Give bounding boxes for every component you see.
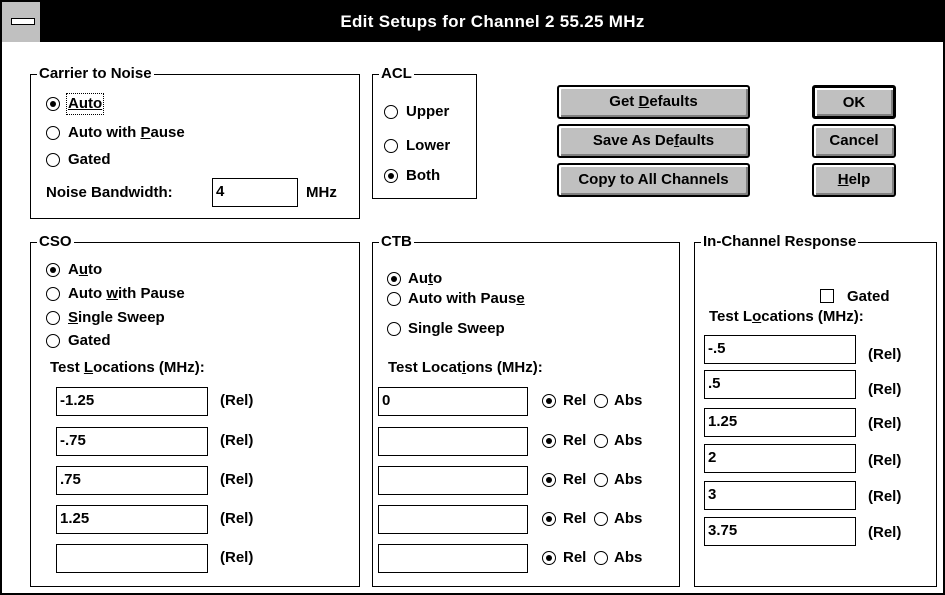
in-channel-response-legend: In-Channel Response <box>701 233 859 251</box>
cso-location-tag-2: (Rel) <box>220 432 254 449</box>
ctb-row1-abs-radio[interactable] <box>594 394 608 408</box>
noise-bandwidth-input[interactable]: 4 <box>212 178 298 207</box>
acl-upper-label[interactable]: Upper <box>406 103 449 121</box>
copy-to-all-channels-button[interactable]: Copy to All Channels <box>557 163 750 197</box>
acl-legend: ACL <box>379 65 414 83</box>
title-bar[interactable]: Edit Setups for Channel 2 55.25 MHz <box>2 2 943 42</box>
cn-auto-pause-radio[interactable] <box>46 126 60 140</box>
icr-location-input-3[interactable]: 1.25 <box>704 408 856 437</box>
cn-auto-label[interactable]: Auto <box>65 93 105 115</box>
ctb-location-input-5[interactable] <box>378 544 528 573</box>
ctb-auto-radio[interactable] <box>387 272 401 286</box>
ctb-row4-abs-label[interactable]: Abs <box>614 510 642 528</box>
cso-location-tag-1: (Rel) <box>220 392 254 409</box>
ctb-row1-rel-radio[interactable] <box>542 394 556 408</box>
cso-location-input-1[interactable]: -1.25 <box>56 387 208 416</box>
ctb-row1-rel-label[interactable]: Rel <box>563 392 586 410</box>
edit-setups-dialog: Edit Setups for Channel 2 55.25 MHz Carr… <box>0 0 945 595</box>
icr-location-input-6[interactable]: 3.75 <box>704 517 856 546</box>
cso-single-sweep-radio[interactable] <box>46 311 60 325</box>
ctb-auto-pause-radio[interactable] <box>387 292 401 306</box>
cso-location-input-4[interactable]: 1.25 <box>56 505 208 534</box>
window-title: Edit Setups for Channel 2 55.25 MHz <box>340 12 645 31</box>
system-menu-button[interactable] <box>2 2 42 42</box>
ctb-row5-abs-radio[interactable] <box>594 551 608 565</box>
ctb-row3-rel-label[interactable]: Rel <box>563 471 586 489</box>
cso-location-tag-3: (Rel) <box>220 471 254 488</box>
acl-upper-radio[interactable] <box>384 105 398 119</box>
ctb-single-sweep-label[interactable]: Single Sweep <box>408 320 505 338</box>
ctb-row2-rel-radio[interactable] <box>542 434 556 448</box>
in-channel-gated-label[interactable]: Gated <box>847 288 890 306</box>
get-defaults-button[interactable]: Get Defaults <box>557 85 750 119</box>
icr-location-tag-3: (Rel) <box>868 415 902 432</box>
cso-gated-label[interactable]: Gated <box>68 332 111 350</box>
ctb-row1-abs-label[interactable]: Abs <box>614 392 642 410</box>
cancel-button[interactable]: Cancel <box>812 124 896 158</box>
acl-lower-label[interactable]: Lower <box>406 137 450 155</box>
ctb-location-input-4[interactable] <box>378 505 528 534</box>
icr-location-tag-5: (Rel) <box>868 488 902 505</box>
icr-location-input-5[interactable]: 3 <box>704 481 856 510</box>
acl-lower-radio[interactable] <box>384 139 398 153</box>
ctb-location-input-2[interactable] <box>378 427 528 456</box>
ctb-legend: CTB <box>379 233 414 251</box>
icr-location-tag-4: (Rel) <box>868 452 902 469</box>
ctb-single-sweep-radio[interactable] <box>387 322 401 336</box>
in-channel-test-locations-label: Test Locations (MHz): <box>709 308 864 325</box>
help-button[interactable]: Help <box>812 163 896 197</box>
icr-location-input-4[interactable]: 2 <box>704 444 856 473</box>
ctb-row3-abs-label[interactable]: Abs <box>614 471 642 489</box>
cn-auto-radio[interactable] <box>46 97 60 111</box>
in-channel-gated-checkbox[interactable] <box>820 289 834 303</box>
ctb-row5-abs-label[interactable]: Abs <box>614 549 642 567</box>
cso-legend: CSO <box>37 233 74 251</box>
noise-bandwidth-label: Noise Bandwidth: <box>46 184 173 201</box>
cn-gated-label[interactable]: Gated <box>68 151 111 169</box>
ctb-location-input-3[interactable] <box>378 466 528 495</box>
ctb-row2-abs-radio[interactable] <box>594 434 608 448</box>
cso-auto-pause-radio[interactable] <box>46 287 60 301</box>
cso-location-tag-5: (Rel) <box>220 549 254 566</box>
ctb-row3-rel-radio[interactable] <box>542 473 556 487</box>
save-as-defaults-button[interactable]: Save As Defaults <box>557 124 750 158</box>
ctb-row2-abs-label[interactable]: Abs <box>614 432 642 450</box>
icr-location-tag-2: (Rel) <box>868 381 902 398</box>
ctb-auto-pause-label[interactable]: Auto with Pause <box>408 290 525 308</box>
ctb-auto-label[interactable]: Auto <box>408 270 442 288</box>
cso-location-input-2[interactable]: -.75 <box>56 427 208 456</box>
cn-auto-pause-label[interactable]: Auto with Pause <box>68 124 185 142</box>
ctb-row2-rel-label[interactable]: Rel <box>563 432 586 450</box>
cso-gated-radio[interactable] <box>46 334 60 348</box>
cso-location-input-3[interactable]: .75 <box>56 466 208 495</box>
cso-auto-radio[interactable] <box>46 263 60 277</box>
cso-auto-pause-label[interactable]: Auto with Pause <box>68 285 185 303</box>
ctb-row4-rel-radio[interactable] <box>542 512 556 526</box>
ctb-row3-abs-radio[interactable] <box>594 473 608 487</box>
system-menu-icon <box>11 18 35 25</box>
carrier-to-noise-legend: Carrier to Noise <box>37 65 154 83</box>
acl-both-label[interactable]: Both <box>406 167 440 185</box>
cso-test-locations-label: Test Locations (MHz): <box>50 359 205 376</box>
ctb-row4-rel-label[interactable]: Rel <box>563 510 586 528</box>
icr-location-tag-1: (Rel) <box>868 346 902 363</box>
icr-location-tag-6: (Rel) <box>868 524 902 541</box>
cn-gated-radio[interactable] <box>46 153 60 167</box>
ctb-row4-abs-radio[interactable] <box>594 512 608 526</box>
ok-button[interactable]: OK <box>812 85 896 119</box>
ctb-row5-rel-radio[interactable] <box>542 551 556 565</box>
icr-location-input-1[interactable]: -.5 <box>704 335 856 364</box>
acl-both-radio[interactable] <box>384 169 398 183</box>
ctb-location-input-1[interactable]: 0 <box>378 387 528 416</box>
cso-location-input-5[interactable] <box>56 544 208 573</box>
cso-single-sweep-label[interactable]: Single Sweep <box>68 309 165 327</box>
cso-location-tag-4: (Rel) <box>220 510 254 527</box>
ctb-test-locations-label: Test Locations (MHz): <box>388 359 543 376</box>
icr-location-input-2[interactable]: .5 <box>704 370 856 399</box>
noise-bandwidth-unit: MHz <box>306 184 337 201</box>
cso-auto-label[interactable]: Auto <box>68 261 102 279</box>
ctb-row5-rel-label[interactable]: Rel <box>563 549 586 567</box>
